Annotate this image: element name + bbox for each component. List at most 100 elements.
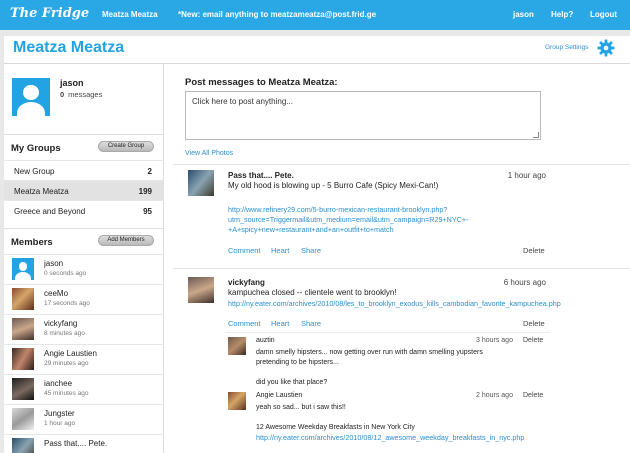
create-group-button[interactable]: Create Group [98, 141, 154, 152]
delete-button[interactable]: Delete [523, 337, 543, 344]
member-name: ianchee [44, 379, 73, 388]
member-name: Angie Laustien [44, 349, 97, 358]
member-item[interactable]: Pass that.... Pete. [4, 434, 164, 453]
group-item-new-group[interactable]: New Group 2 [4, 160, 164, 180]
reply-text: damn smelly hipsters... now getting over… [256, 349, 483, 356]
nav-help-link[interactable]: Help? [551, 10, 573, 19]
delete-button[interactable]: Delete [523, 246, 545, 255]
group-name: Meatza Meatza [14, 187, 69, 196]
nav-group-link[interactable]: Meatza Meatza [102, 10, 158, 19]
nav-user-link[interactable]: jason [513, 10, 534, 19]
delete-button[interactable]: Delete [523, 392, 543, 399]
member-last-seen: 17 seconds ago [44, 300, 90, 307]
groups-header: My Groups Create Group [4, 134, 164, 156]
member-name: jason [44, 259, 64, 268]
member-item[interactable]: jason 0 seconds ago [4, 254, 164, 284]
message-link[interactable]: http://www.refinery29.com/5-burro-mexica… [228, 205, 447, 215]
avatar [12, 318, 34, 340]
member-last-seen: 8 minutes ago [44, 330, 85, 337]
heart-button[interactable]: Heart [271, 246, 289, 255]
member-last-seen: 29 minutes ago [44, 360, 89, 367]
group-settings-link[interactable]: Group Settings [545, 44, 588, 51]
reply-text: yeah so sad... but i saw this!! [256, 404, 346, 411]
divider [173, 268, 630, 269]
profile-name[interactable]: jason [60, 78, 84, 88]
comment-button[interactable]: Comment [228, 319, 261, 328]
avatar[interactable] [12, 78, 50, 116]
avatar[interactable] [188, 170, 214, 196]
group-item-meatza-meatza[interactable]: Meatza Meatza 199 [4, 180, 164, 200]
reply-time: 3 hours ago [476, 337, 513, 344]
message-time: 1 hour ago [507, 171, 546, 180]
add-members-button[interactable]: Add Members [98, 235, 154, 246]
share-button[interactable]: Share [301, 319, 321, 328]
reply-time: 2 hours ago [476, 392, 513, 399]
email-notice: *New: email anything to meatzameatza@pos… [178, 10, 377, 19]
group-panel: Meatza Meatza Group Settings jason 0 mess… [4, 36, 630, 453]
member-item[interactable]: Jungster 1 hour ago [4, 404, 164, 434]
member-name: vickyfang [44, 319, 78, 328]
message-text: My old hood is blowing up - 5 Burro Cafe… [228, 181, 439, 190]
avatar [12, 408, 34, 430]
gear-icon[interactable] [597, 39, 615, 57]
group-count: 2 [147, 167, 152, 176]
comment-button[interactable]: Comment [228, 246, 261, 255]
post-input-placeholder: Click here to post anything... [192, 97, 293, 106]
member-item[interactable]: Angie Laustien 29 minutes ago [4, 344, 164, 374]
reply-text: pretending to be hipsters... [256, 359, 339, 366]
share-button[interactable]: Share [301, 246, 321, 255]
message-time: 6 hours ago [503, 278, 546, 287]
profile-message-count: 0 messages [60, 90, 102, 99]
reply-link[interactable]: http://ny.eater.com/archives/2010/08/12_… [256, 433, 524, 443]
group-name: Greece and Beyond [14, 207, 86, 216]
reply-text: 12 Awesome Weekday Breakfasts in New Yor… [256, 424, 415, 431]
message-author[interactable]: vickyfang [228, 278, 265, 287]
avatar[interactable] [228, 392, 246, 410]
app-logo[interactable]: The Fridge [10, 6, 89, 21]
composer-heading: Post messages to Meatza Meatza: [185, 77, 338, 88]
message-author[interactable]: Pass that.... Pete. [228, 171, 294, 180]
members-title: Members [11, 237, 53, 248]
member-name: ceeMo [44, 289, 69, 298]
message-link[interactable]: utm_source=Triggermail&utm_medium=email&… [228, 215, 468, 225]
reply-author[interactable]: Angie Laustien [256, 392, 302, 399]
view-all-photos-link[interactable]: View All Photos [185, 150, 233, 157]
avatar [12, 348, 34, 370]
sidebar: jason 0 messages My Groups Create Group N… [4, 64, 164, 453]
delete-button[interactable]: Delete [523, 319, 545, 328]
divider [173, 164, 630, 165]
nav-logout-link[interactable]: Logout [590, 10, 617, 19]
member-item[interactable]: ianchee 45 minutes ago [4, 374, 164, 404]
member-name: Pass that.... Pete. [44, 439, 108, 448]
member-last-seen: 1 hour ago [44, 420, 76, 427]
member-item[interactable]: vickyfang 8 minutes ago [4, 314, 164, 344]
post-input[interactable]: Click here to post anything... [185, 91, 541, 140]
group-item-greece-and-beyond[interactable]: Greece and Beyond 95 [4, 200, 164, 220]
message-text: kampuchea closed -- clientele went to br… [228, 288, 397, 297]
avatar[interactable] [228, 337, 246, 355]
reply-text: did you like that place? [256, 379, 328, 386]
avatar[interactable] [188, 277, 214, 303]
groups-title: My Groups [11, 143, 61, 154]
member-name: Jungster [44, 409, 75, 418]
members-header: Members Add Members [4, 228, 164, 250]
divider [225, 332, 550, 333]
avatar [12, 438, 34, 453]
group-name: New Group [14, 167, 55, 176]
message-feed: Post messages to Meatza Meatza: Click he… [165, 64, 630, 453]
group-count: 95 [143, 207, 152, 216]
page-title: Meatza Meatza [13, 39, 125, 56]
avatar [12, 378, 34, 400]
top-nav-bar: The Fridge Meatza Meatza *New: email any… [0, 0, 630, 30]
member-item[interactable]: ceeMo 17 seconds ago [4, 284, 164, 314]
message-link[interactable]: +A+spicy+new+restaurant+and+an+outfit+to… [228, 225, 394, 235]
message-link[interactable]: http://ny.eater.com/archives/2010/08/les… [228, 299, 561, 309]
resize-handle-icon[interactable] [533, 132, 539, 138]
group-count: 199 [138, 187, 152, 196]
heart-button[interactable]: Heart [271, 319, 289, 328]
avatar [12, 288, 34, 310]
message-count-label: messages [68, 90, 103, 99]
reply-author[interactable]: auztin [256, 337, 275, 344]
avatar [12, 258, 34, 280]
message-count-value: 0 [60, 90, 65, 99]
